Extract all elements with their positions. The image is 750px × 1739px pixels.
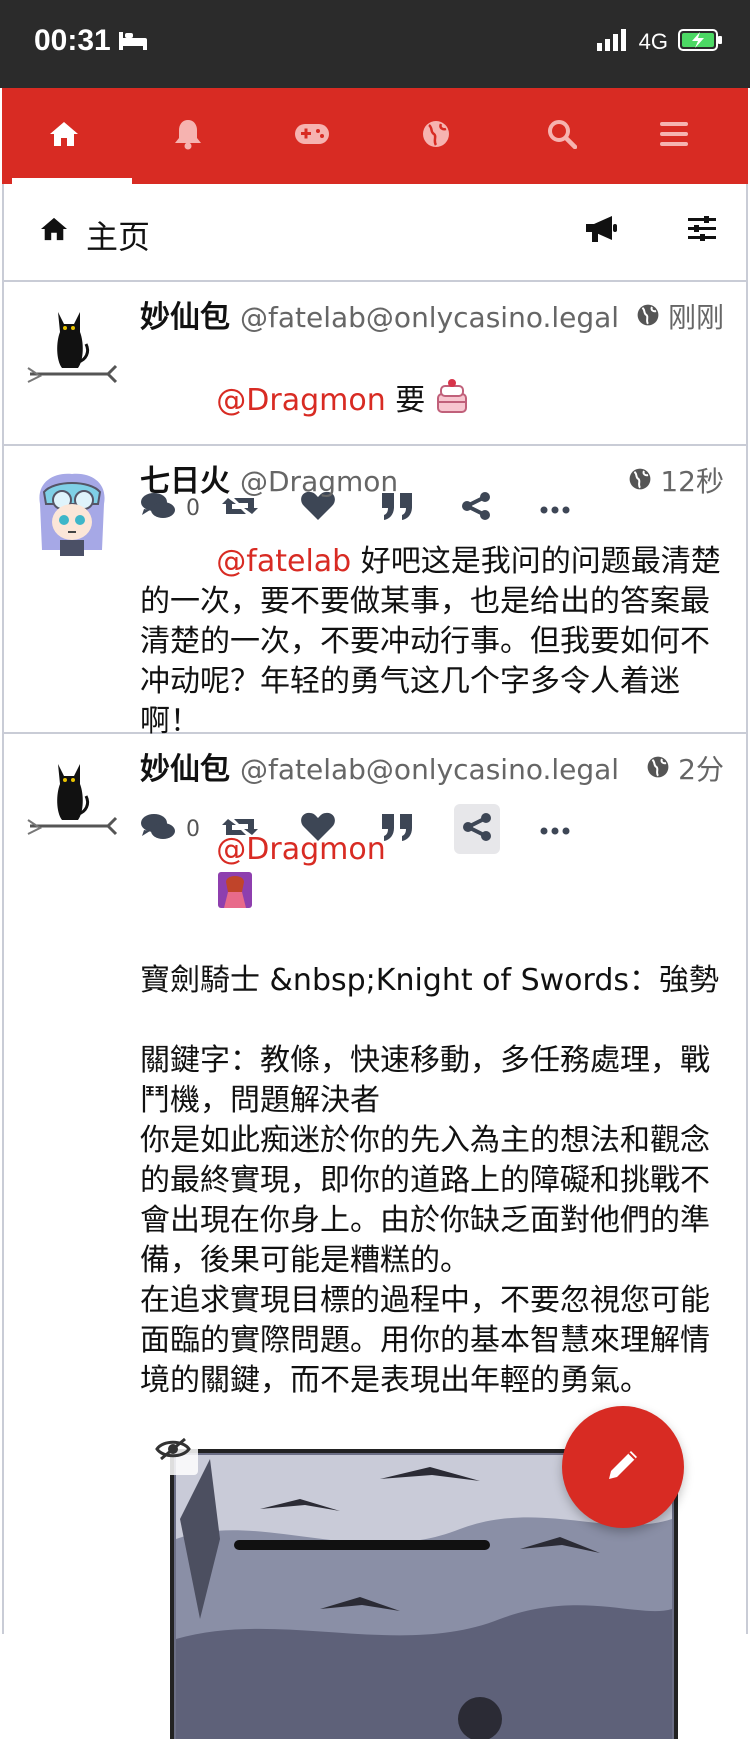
status-bar: 00:31 4G — [0, 0, 750, 88]
page-title: 主页 — [86, 218, 151, 256]
clock: 00:31 — [34, 24, 111, 57]
nav-search[interactable] — [502, 88, 622, 184]
nav-menu[interactable] — [614, 88, 734, 184]
megaphone-icon — [584, 216, 618, 248]
nav-notifications[interactable] — [128, 88, 248, 184]
pencil-icon — [603, 1445, 643, 1489]
home-icon — [49, 120, 79, 152]
status-post[interactable]: 七日火 @Dragmon 12秒 @fatelab 好吧这是我问的问题最清楚的一… — [2, 446, 748, 854]
bell-icon — [174, 118, 202, 154]
timestamp[interactable]: 2分 — [646, 750, 724, 790]
globe-icon — [646, 750, 670, 790]
timestamp-label: 2分 — [678, 753, 724, 786]
nav-games[interactable] — [252, 88, 372, 184]
network-type: 4G — [638, 29, 668, 54]
status-text: 寶劍騎士 &nbsp;Knight of Swords：強勢 關鍵字：教條，快速… — [140, 963, 720, 1398]
bed-icon — [118, 30, 148, 56]
globe-icon — [628, 462, 652, 502]
compose-button[interactable] — [562, 1406, 684, 1528]
avatar[interactable] — [24, 302, 120, 398]
eye-slash-icon — [155, 1437, 191, 1465]
signal-icon — [596, 29, 629, 55]
display-name[interactable]: 七日火 — [140, 462, 230, 502]
status-text: 要 — [385, 383, 435, 418]
battery-icon — [678, 28, 724, 56]
nav-federated[interactable] — [376, 88, 496, 184]
home-icon — [40, 216, 68, 246]
status-post[interactable]: 妙仙包 @fatelab@onlycasino.legal 刚刚 @Dragmo… — [2, 282, 748, 521]
nav-home[interactable] — [4, 88, 124, 184]
top-nav — [2, 88, 748, 184]
timestamp[interactable]: 12秒 — [628, 462, 724, 502]
globe-icon — [421, 119, 451, 153]
mention-link[interactable]: @fatelab — [216, 544, 351, 579]
avatar[interactable] — [24, 754, 120, 850]
display-name[interactable]: 妙仙包 — [140, 750, 230, 790]
home-indicator[interactable] — [234, 1540, 490, 1550]
mention-link[interactable]: @Dragmon — [216, 383, 385, 418]
cake-emoji-icon — [435, 378, 469, 425]
display-name[interactable]: 妙仙包 — [140, 298, 230, 338]
mention-line: @Dragmon — [140, 790, 724, 961]
mention-link[interactable]: @Dragmon — [216, 832, 385, 867]
timestamp-label: 12秒 — [660, 465, 724, 498]
hide-media-button[interactable] — [148, 1427, 198, 1475]
sliders-icon — [688, 216, 716, 246]
gamepad-icon — [294, 122, 330, 150]
column-settings-button[interactable] — [688, 216, 716, 246]
announcements-button[interactable] — [584, 214, 618, 248]
account-handle[interactable]: @Dragmon — [240, 462, 398, 502]
tarot-card-emoji-icon — [216, 870, 254, 921]
column-header: 主页 — [2, 184, 748, 282]
globe-icon — [636, 298, 660, 338]
timestamp[interactable]: 刚刚 — [636, 298, 724, 338]
avatar[interactable] — [24, 464, 120, 560]
account-handle[interactable]: @fatelab@onlycasino.legal — [240, 298, 619, 338]
timestamp-label: 刚刚 — [667, 301, 724, 334]
search-icon — [547, 119, 578, 153]
account-handle[interactable]: @fatelab@onlycasino.legal — [240, 750, 619, 790]
menu-icon — [660, 121, 688, 151]
